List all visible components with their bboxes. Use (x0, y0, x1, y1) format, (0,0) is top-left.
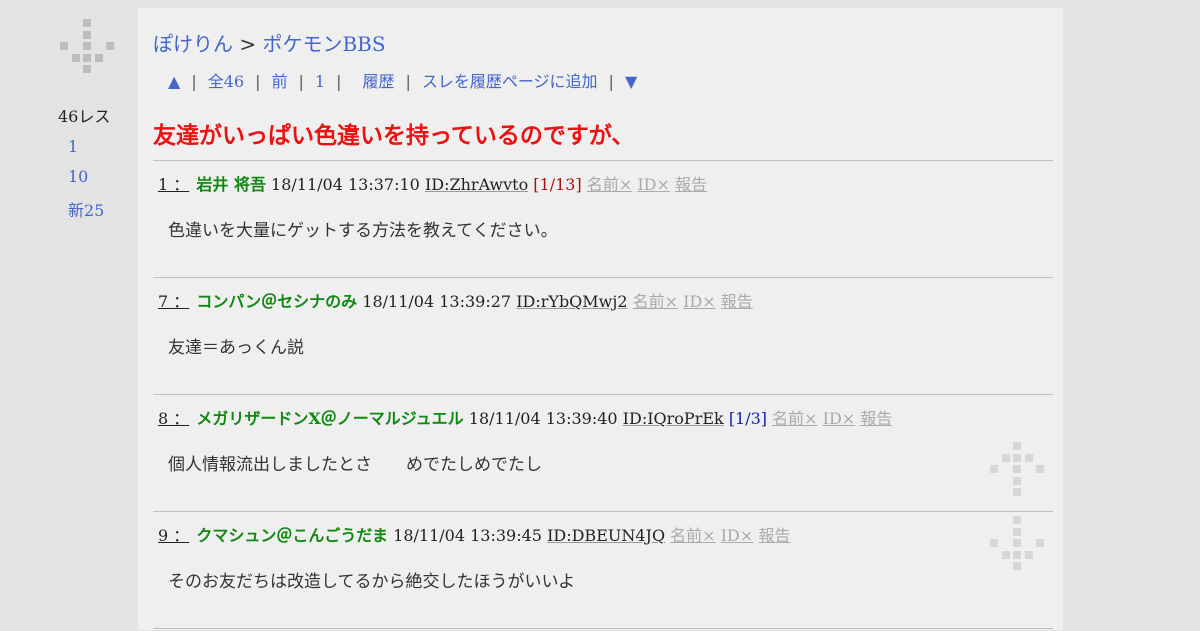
hide-id-button[interactable]: ID× (721, 526, 754, 545)
post-id[interactable]: ID:DBEUN4JQ (547, 526, 665, 545)
post-author: 岩井 将吾 (196, 175, 266, 194)
breadcrumb-separator: > (233, 32, 263, 56)
post-id[interactable]: ID:rYbQMwj2 (516, 292, 627, 311)
post-number[interactable]: 9 ： (158, 526, 189, 545)
sidebar: 46レス 1 10 新25 (0, 0, 138, 630)
nav-separator: | (336, 72, 342, 91)
hide-name-button[interactable]: 名前× (772, 409, 817, 428)
post-id[interactable]: ID:ZhrAwvto (425, 175, 528, 194)
post-body: そのお友だちは改造してるから絶交したほうがいいよ (168, 572, 576, 592)
nav-separator: | (608, 72, 614, 91)
post-date: 18/11/04 13:39:40 (468, 409, 618, 428)
post-id[interactable]: ID:IQroPrEk (623, 409, 724, 428)
post-author: コンパン＠セシナのみ (196, 292, 358, 311)
post-number[interactable]: 1 ： (158, 175, 189, 194)
sidebar-link-10[interactable]: 10 (68, 167, 88, 186)
post-item: 8 ： メガリザードンX＠ノーマルジュエル 18/11/04 13:39:40 … (153, 394, 1053, 511)
hide-id-button[interactable]: ID× (683, 292, 716, 311)
report-button[interactable]: 報告 (675, 175, 707, 194)
post-header: 9 ： クマシュン＠こんごうだま 18/11/04 13:39:45 ID:DB… (158, 522, 790, 546)
breadcrumb-board-link[interactable]: ポケモンBBS (262, 32, 385, 56)
hide-name-button[interactable]: 名前× (587, 175, 632, 194)
post-date: 18/11/04 13:39:45 (393, 526, 542, 545)
nav-add-history-link[interactable]: スレを履歴ページに追加 (422, 72, 598, 91)
post-item: 7 ： コンパン＠セシナのみ 18/11/04 13:39:27 ID:rYbQ… (153, 277, 1053, 394)
nav-separator: | (298, 72, 304, 91)
post-header: 1 ： 岩井 将吾 18/11/04 13:37:10 ID:ZhrAwvto … (158, 171, 707, 195)
post-number[interactable]: 8 ： (158, 409, 189, 428)
nav-up-button[interactable]: ▲ (168, 72, 180, 91)
nav-all-link[interactable]: 全46 (208, 72, 244, 91)
post-item: 9 ： クマシュン＠こんごうだま 18/11/04 13:39:45 ID:DB… (153, 511, 1053, 628)
hide-id-button[interactable]: ID× (823, 409, 856, 428)
response-count: 46レス (58, 107, 111, 126)
post-date: 18/11/04 13:39:27 (362, 292, 512, 311)
breadcrumb: ぽけりん > ポケモンBBS (153, 28, 386, 57)
post-header: 7 ： コンパン＠セシナのみ 18/11/04 13:39:27 ID:rYbQ… (158, 288, 753, 312)
pixel-arrow-logo-icon[interactable] (60, 19, 116, 75)
post-item: 1 ： 岩井 将吾 18/11/04 13:37:10 ID:ZhrAwvto … (153, 160, 1053, 277)
hide-id-button[interactable]: ID× (637, 175, 670, 194)
nav-down-button[interactable]: ▼ (625, 72, 637, 91)
hide-name-button[interactable]: 名前× (670, 526, 715, 545)
post-body: 友達＝あっくん説 (168, 338, 304, 358)
report-button[interactable]: 報告 (860, 409, 892, 428)
pixel-arrow-watermark-icon (990, 516, 1046, 572)
nav-separator: | (405, 72, 411, 91)
post-body: 個人情報流出しましたとさ めでたしめでたし (168, 455, 542, 475)
nav-history-link[interactable]: 履歴 (362, 72, 394, 91)
post-body: 色違いを大量にゲットする方法を教えてください。 (168, 221, 558, 241)
post-count[interactable]: [1/13] (533, 175, 581, 194)
nav-prev-link[interactable]: 前 (271, 72, 287, 91)
post-author: メガリザードンX＠ノーマルジュエル (196, 409, 464, 428)
main-panel: ぽけりん > ポケモンBBS ▲ | 全46 | 前 | 1 | 履歴 | スレを履歴ページに追加 |… (138, 8, 1063, 630)
post-count[interactable]: [1/3] (729, 409, 767, 428)
report-button[interactable]: 報告 (758, 526, 790, 545)
nav-first-link[interactable]: 1 (315, 72, 325, 91)
thread-nav-bar: ▲ | 全46 | 前 | 1 | 履歴 | スレを履歴ページに追加 | ▼ (168, 68, 637, 92)
sidebar-link-1[interactable]: 1 (68, 137, 78, 156)
post-number[interactable]: 7 ： (158, 292, 189, 311)
hide-name-button[interactable]: 名前× (633, 292, 678, 311)
report-button[interactable]: 報告 (721, 292, 753, 311)
post-author: クマシュン＠こんごうだま (196, 526, 389, 545)
breadcrumb-site-link[interactable]: ぽけりん (153, 32, 233, 56)
pixel-arrow-watermark-icon (990, 442, 1046, 498)
nav-separator: | (191, 72, 197, 91)
post-header: 8 ： メガリザードンX＠ノーマルジュエル 18/11/04 13:39:40 … (158, 405, 892, 429)
nav-separator: | (255, 72, 261, 91)
sidebar-link-new25[interactable]: 新25 (68, 197, 104, 221)
post-date: 18/11/04 13:37:10 (271, 175, 420, 194)
thread-title: 友達がいっぱい色違いを持っているのですが、 (153, 123, 635, 149)
